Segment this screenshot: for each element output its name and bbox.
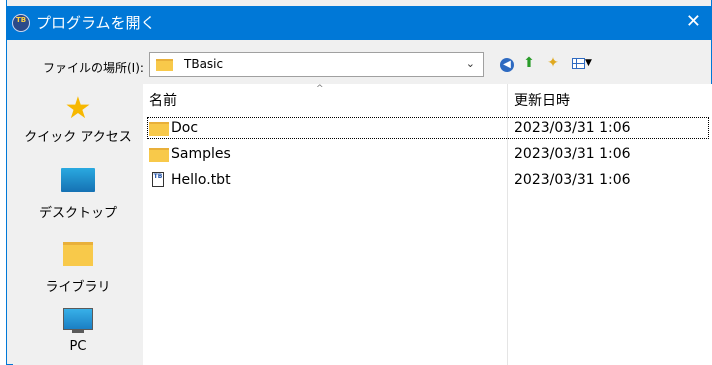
close-icon[interactable]: ✕ [686, 12, 701, 32]
look-in-label: ファイルの場所(I): [43, 61, 144, 75]
window-title: プログラムを開く [36, 14, 156, 32]
view-menu-icon [572, 57, 586, 69]
up-folder-button[interactable]: ⬆ [520, 54, 538, 72]
file-name: Hello.tbt [171, 172, 231, 188]
file-row[interactable]: Doc 2023/03/31 1:06 [147, 117, 709, 139]
new-folder-button[interactable]: ✦ [544, 54, 562, 72]
folder-up-icon: ⬆ [523, 55, 535, 71]
place-label: クイック アクセス [24, 130, 132, 145]
sort-ascending-icon: ^ [316, 84, 324, 94]
title-bar[interactable]: TB プログラムを開く ✕ [6, 6, 711, 40]
folder-icon [149, 122, 169, 136]
tbasic-app-icon: TB [12, 14, 30, 32]
star-icon: ★ [64, 91, 92, 126]
place-quick-access[interactable]: ★ クイック アクセス [13, 91, 143, 146]
place-label: PC [69, 339, 87, 354]
file-row[interactable]: TB Hello.tbt 2023/03/31 1:06 [147, 169, 709, 191]
file-list[interactable]: 名前 ^ 更新日時 Doc 2023/03/31 1:06 Samples 20… [143, 84, 712, 365]
arrow-left-icon: ◀ [500, 58, 514, 72]
back-button[interactable]: ◀ [498, 54, 516, 72]
file-date: 2023/03/31 1:06 [514, 146, 631, 162]
folder-icon [149, 148, 169, 162]
look-in-value: TBasic [184, 57, 224, 71]
chevron-down-icon[interactable]: ⌄ [466, 57, 475, 70]
file-name: Doc [171, 120, 199, 136]
look-in-combo[interactable]: TBasic ⌄ [149, 52, 484, 77]
place-label: ライブラリ [45, 280, 111, 295]
place-library[interactable]: ライブラリ [13, 242, 143, 295]
library-icon [63, 242, 93, 266]
new-folder-icon: ✦ [547, 55, 559, 71]
column-header-date[interactable]: 更新日時 [514, 84, 570, 115]
places-bar: ★ クイック アクセス デスクトップ ライブラリ PC [13, 84, 143, 365]
folder-icon [156, 59, 173, 71]
file-date: 2023/03/31 1:06 [514, 120, 631, 136]
open-program-dialog: TB プログラムを開く ✕ ファイルの場所(I): TBasic ⌄ ◀ ⬆ ✦… [6, 0, 712, 365]
file-name: Samples [171, 146, 231, 162]
place-desktop[interactable]: デスクトップ [13, 168, 143, 221]
place-pc[interactable]: PC [13, 308, 143, 354]
caret-down-icon: ▼ [585, 58, 592, 68]
view-menu-button[interactable]: ▼ [568, 54, 596, 72]
file-date: 2023/03/31 1:06 [514, 172, 631, 188]
pc-icon [63, 308, 93, 330]
desktop-icon [61, 168, 95, 192]
column-header-name[interactable]: 名前 [149, 84, 177, 115]
file-row[interactable]: Samples 2023/03/31 1:06 [147, 143, 709, 165]
place-label: デスクトップ [38, 206, 117, 221]
tbt-file-icon: TB [152, 172, 164, 187]
pc-stand [72, 330, 84, 333]
